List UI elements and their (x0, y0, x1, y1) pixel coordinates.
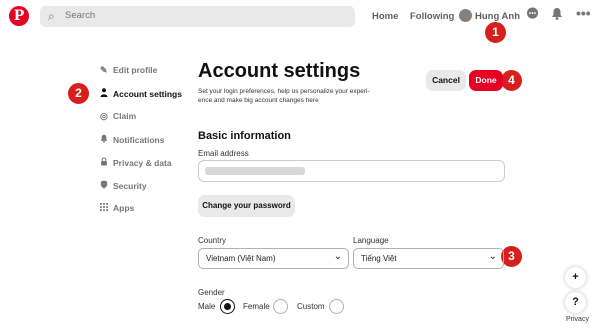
bell-icon (100, 134, 111, 145)
change-password-button[interactable]: Change your password (198, 195, 295, 217)
language-value: Tiếng Việt (361, 254, 397, 263)
search-icon: ⌕ (48, 9, 55, 23)
gender-female-radio[interactable] (273, 299, 288, 314)
help-button[interactable]: ? (565, 292, 586, 313)
top-bar: P ⌕ Search Home Following Hung Anh ••• (0, 0, 600, 34)
sidebar-item-label: Apps (113, 203, 135, 213)
messages-icon[interactable] (526, 7, 539, 23)
country-label: Country (198, 236, 227, 245)
avatar[interactable] (459, 9, 472, 22)
annotation-badge-4: 4 (500, 69, 523, 92)
gender-male-label: Male (198, 302, 216, 311)
following-link[interactable]: Following (410, 11, 454, 22)
person-icon (100, 88, 111, 99)
gender-female-label: Female (243, 302, 270, 311)
sidebar-item-label: Notifications (113, 135, 165, 145)
country-value: Vietnam (Việt Nam) (206, 254, 276, 263)
sidebar-item-label: Security (113, 181, 147, 191)
chevron-down-icon: ⌄ (488, 251, 497, 262)
sidebar-item-privacy[interactable]: Privacy & data (100, 157, 172, 168)
annotation-badge-1: 1 (484, 21, 507, 44)
shield-icon (100, 180, 111, 191)
lock-icon (100, 157, 111, 168)
home-link[interactable]: Home (372, 11, 398, 22)
cancel-button[interactable]: Cancel (426, 70, 466, 91)
sidebar-item-notifications[interactable]: Notifications (100, 134, 164, 145)
sidebar-item-claim[interactable]: ◎ Claim (100, 111, 136, 122)
bell-icon[interactable] (551, 7, 563, 23)
sidebar-item-label: Edit profile (113, 65, 158, 75)
gender-label: Gender (198, 288, 225, 297)
search-placeholder: Search (65, 10, 96, 21)
privacy-link[interactable]: Privacy (566, 316, 589, 323)
page-subtitle: Set your login preferences, help us pers… (198, 88, 370, 104)
language-label: Language (353, 236, 389, 245)
globe-icon: ◎ (100, 111, 108, 121)
language-select[interactable]: Tiếng Việt ⌄ (353, 248, 504, 269)
sidebar-item-apps[interactable]: Apps (100, 203, 134, 213)
pencil-icon: ✎ (100, 65, 108, 75)
email-value-redacted (205, 167, 305, 175)
annotation-badge-2: 2 (67, 82, 90, 105)
grid-icon (100, 203, 111, 213)
page-title: Account settings (198, 60, 361, 82)
add-button[interactable]: + (565, 267, 586, 288)
more-options-icon[interactable]: ••• (576, 5, 591, 21)
chevron-down-icon: ⌄ (333, 251, 342, 262)
gender-custom-label: Custom (297, 302, 325, 311)
search-bar[interactable]: ⌕ Search (40, 6, 355, 27)
basic-info-heading: Basic information (198, 130, 291, 142)
sidebar-item-edit-profile[interactable]: ✎ Edit profile (100, 65, 157, 76)
country-select[interactable]: Vietnam (Việt Nam) ⌄ (198, 248, 349, 269)
sidebar-item-account-settings[interactable]: Account settings (100, 88, 182, 99)
sidebar-item-label: Claim (113, 111, 137, 121)
sidebar-item-label: Privacy & data (113, 158, 172, 168)
gender-male-radio[interactable] (220, 299, 235, 314)
done-button[interactable]: Done (469, 70, 503, 91)
sidebar-item-security[interactable]: Security (100, 180, 147, 191)
gender-custom-radio[interactable] (329, 299, 344, 314)
email-field[interactable] (198, 160, 505, 182)
email-label: Email address (198, 149, 249, 158)
sidebar-item-label: Account settings (113, 89, 182, 99)
pinterest-logo-icon[interactable]: P (9, 6, 29, 26)
